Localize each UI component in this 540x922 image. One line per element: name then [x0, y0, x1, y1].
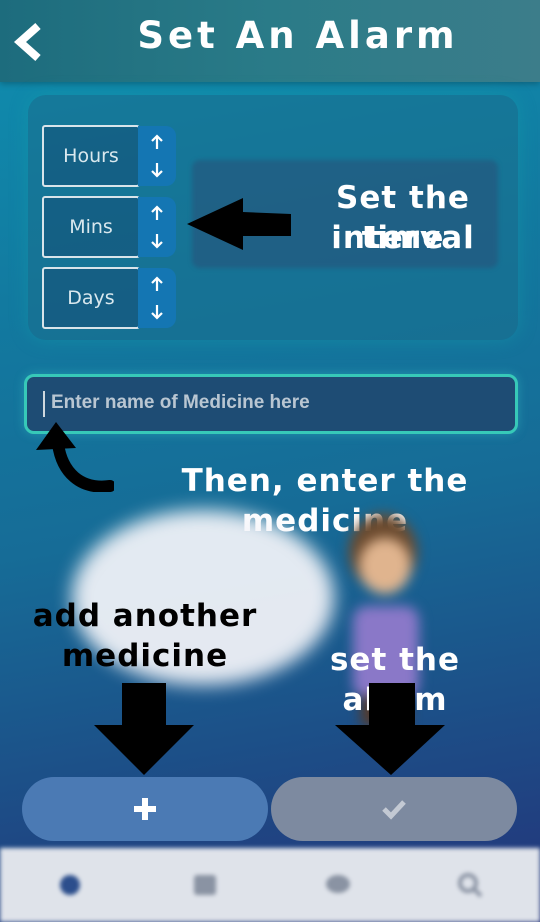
days-field[interactable]: Days — [42, 267, 140, 329]
text-caret — [43, 391, 45, 417]
hours-field[interactable]: Hours — [42, 125, 140, 187]
hours-arrows — [138, 126, 176, 186]
app-header: Set An Alarm — [0, 0, 540, 82]
bottom-nav-bar — [0, 848, 540, 922]
medicine-input-placeholder: Enter name of Medicine here — [51, 392, 310, 413]
annotation-arrow-down-icon — [94, 683, 194, 775]
arrow-up-icon[interactable] — [149, 134, 165, 150]
arrow-down-icon[interactable] — [149, 233, 165, 249]
annotation-add-another-line2: medicine — [61, 638, 229, 674]
arrow-up-icon[interactable] — [149, 276, 165, 292]
annotation-arrow-left-icon — [187, 198, 291, 250]
plus-icon — [134, 798, 156, 820]
mins-stepper[interactable]: Mins — [42, 196, 176, 258]
home-icon[interactable] — [55, 870, 85, 900]
chat-icon[interactable] — [323, 870, 353, 900]
annotation-time-interval-line2: interval — [331, 220, 475, 256]
days-arrows — [138, 268, 176, 328]
mins-field[interactable]: Mins — [42, 196, 140, 258]
add-medicine-button[interactable] — [22, 777, 268, 841]
mins-arrows — [138, 197, 176, 257]
hours-stepper[interactable]: Hours — [42, 125, 176, 187]
annotation-curved-arrow-icon — [36, 422, 114, 492]
search-icon[interactable] — [455, 870, 485, 900]
arrow-down-icon[interactable] — [149, 162, 165, 178]
annotation-add-another-line1: add another — [32, 598, 258, 634]
days-stepper[interactable]: Days — [42, 267, 176, 329]
annotation-arrow-down-icon — [335, 683, 445, 775]
arrow-down-icon[interactable] — [149, 304, 165, 320]
page-title: Set An Alarm — [137, 14, 459, 57]
set-alarm-button[interactable] — [271, 777, 517, 841]
calendar-icon[interactable] — [190, 870, 220, 900]
arrow-up-icon[interactable] — [149, 205, 165, 221]
check-icon — [382, 800, 406, 820]
